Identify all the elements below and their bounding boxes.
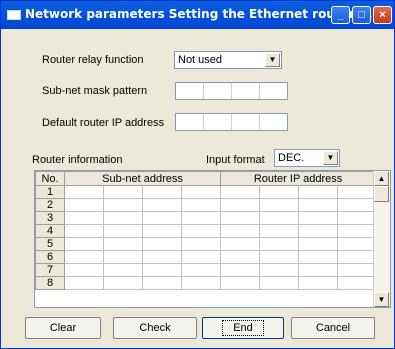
row-number: 4	[35, 224, 65, 238]
row-number: 8	[35, 276, 65, 290]
router-table[interactable]: No. Sub-net address Router IP address 1 …	[34, 170, 391, 308]
input-format-select[interactable]: DEC. ▼	[274, 149, 340, 167]
router-relay-label: Router relay function	[42, 54, 144, 66]
row-number: 5	[35, 237, 65, 251]
subnet-mask-label: Sub-net mask pattern	[42, 85, 148, 97]
maximize-button[interactable]: □	[352, 6, 371, 24]
subnet-mask-field[interactable]	[175, 82, 288, 100]
clear-button[interactable]: Clear	[25, 317, 101, 339]
table-row[interactable]: 3	[35, 211, 377, 225]
row-number: 1	[35, 185, 65, 199]
table-row[interactable]: 2	[35, 198, 377, 212]
chevron-down-icon[interactable]: ▼	[323, 151, 338, 165]
router-info-label: Router information	[32, 154, 123, 166]
scroll-down-icon[interactable]: ▼	[374, 292, 389, 307]
window-icon	[7, 10, 21, 20]
vertical-scrollbar[interactable]: ▲ ▼	[373, 171, 390, 307]
col-no-header: No.	[35, 171, 65, 186]
chevron-down-icon[interactable]: ▼	[265, 53, 280, 67]
table-row[interactable]: 5	[35, 237, 377, 251]
default-router-label: Default router IP address	[42, 117, 165, 129]
col-router-ip-header: Router IP address	[220, 171, 377, 186]
router-relay-select[interactable]: Not used ▼	[174, 51, 282, 69]
table-row[interactable]: 8	[35, 276, 377, 290]
table-row[interactable]: 6	[35, 250, 377, 264]
table-row[interactable]: 7	[35, 263, 377, 277]
table-row[interactable]: 1	[35, 185, 377, 199]
network-parameters-window: Network parameters Setting the Ethernet …	[0, 0, 395, 349]
default-router-field[interactable]	[175, 113, 288, 131]
close-button[interactable]: ×	[373, 6, 392, 24]
cancel-button[interactable]: Cancel	[291, 317, 375, 339]
table-row[interactable]: 4	[35, 224, 377, 238]
check-button[interactable]: Check	[113, 317, 197, 339]
scroll-up-icon[interactable]: ▲	[374, 171, 389, 186]
title-bar[interactable]: Network parameters Setting the Ethernet …	[1, 1, 394, 29]
row-number: 3	[35, 211, 65, 225]
end-button-label: End	[222, 320, 264, 336]
router-relay-value: Not used	[178, 54, 223, 66]
window-title: Network parameters Setting the Ethernet …	[25, 7, 373, 21]
end-button[interactable]: End	[202, 317, 284, 339]
minimize-button[interactable]: _	[331, 6, 350, 24]
scroll-thumb[interactable]	[374, 186, 389, 202]
row-number: 6	[35, 250, 65, 264]
input-format-value: DEC.	[278, 152, 305, 164]
input-format-label: Input format	[206, 154, 265, 166]
col-subnet-header: Sub-net address	[63, 171, 222, 186]
row-number: 2	[35, 198, 65, 212]
row-number: 7	[35, 263, 65, 277]
